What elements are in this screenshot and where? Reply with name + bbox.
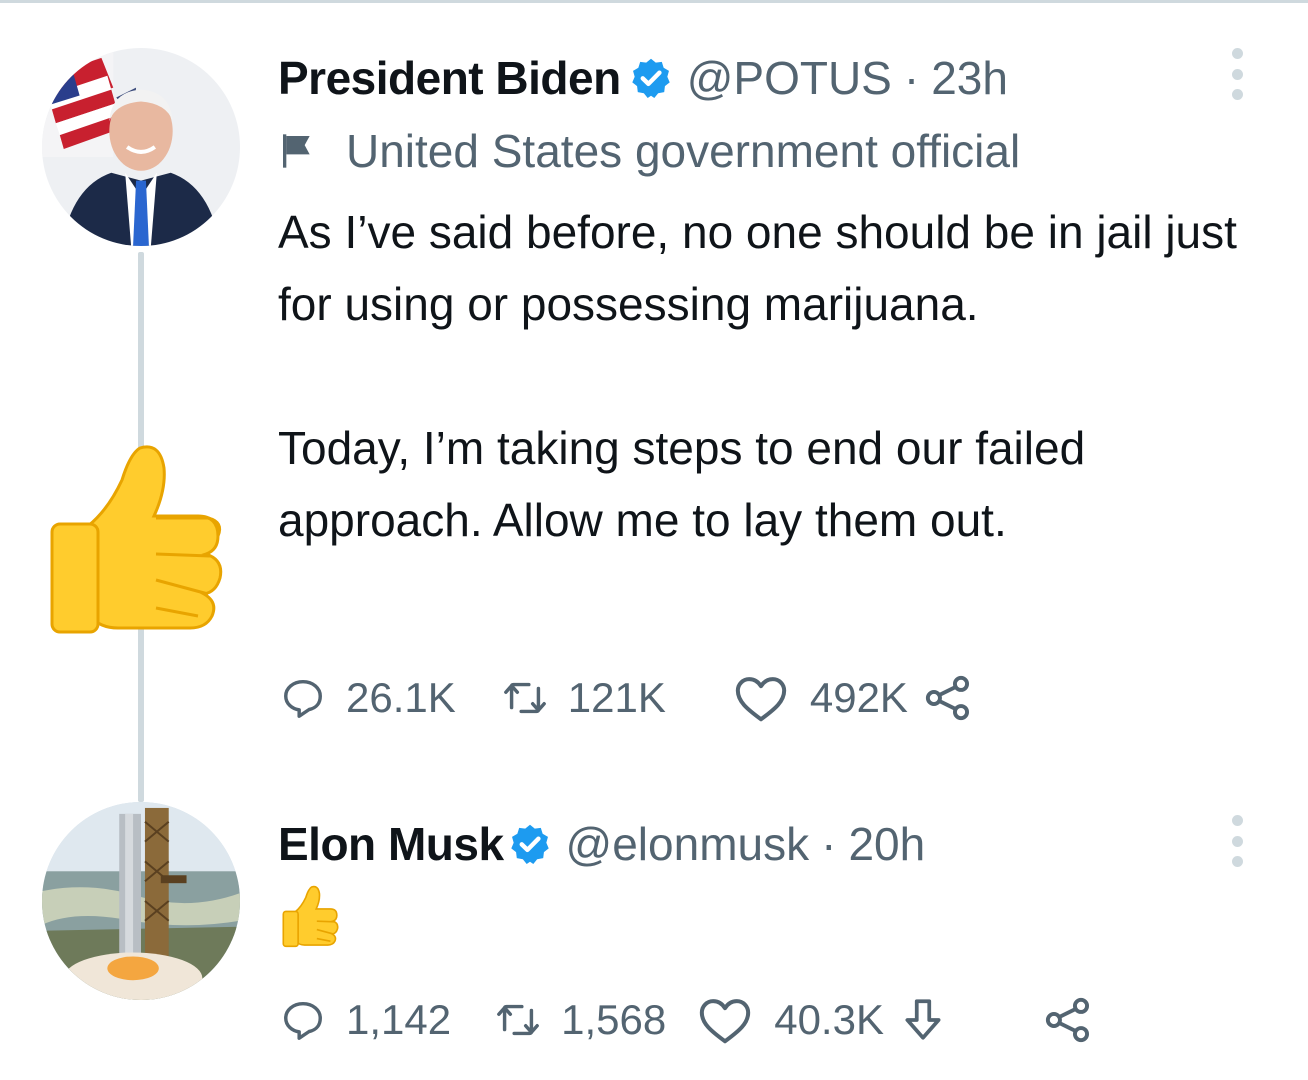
author-handle[interactable]: @POTUS <box>687 51 892 105</box>
government-label: United States government official <box>278 118 1020 184</box>
reply-button[interactable]: 1,142 <box>280 996 451 1044</box>
author-name[interactable]: Elon Musk <box>278 817 504 871</box>
verified-badge-icon <box>629 56 673 100</box>
more-icon[interactable] <box>1230 48 1244 100</box>
government-label-text: United States government official <box>346 125 1021 177</box>
like-button[interactable]: 40.3K <box>696 994 884 1046</box>
share-button[interactable] <box>1042 994 1094 1046</box>
reply-count: 26.1K <box>346 674 456 721</box>
download-icon <box>898 994 948 1046</box>
tweet-actions: 26.1K 121K 492K <box>280 668 974 728</box>
like-icon <box>696 994 754 1046</box>
tweet-actions: 1,142 1,568 40.3K <box>280 990 1094 1050</box>
retweet-icon <box>502 675 548 721</box>
reply-icon <box>280 675 326 721</box>
tweet-header: President Biden @POTUS · 23h <box>278 48 1008 108</box>
separator-dot: · <box>821 818 837 870</box>
reply-icon <box>280 997 326 1043</box>
flag-icon <box>278 131 318 171</box>
timestamp[interactable]: 20h <box>848 817 925 871</box>
more-icon[interactable] <box>1230 815 1244 867</box>
share-icon <box>922 672 974 724</box>
share-button[interactable] <box>922 672 974 724</box>
thumbs-up-icon <box>48 440 234 636</box>
like-icon <box>732 672 790 724</box>
reply-button[interactable]: 26.1K <box>280 674 456 722</box>
like-count: 40.3K <box>774 996 884 1043</box>
top-divider <box>0 0 1308 3</box>
tweet-text-paragraph: As I’ve said before, no one should be in… <box>278 206 1237 330</box>
download-button[interactable] <box>898 994 948 1046</box>
retweet-button[interactable]: 1,568 <box>495 996 666 1044</box>
retweet-icon <box>495 997 541 1043</box>
retweet-count: 1,568 <box>561 996 667 1043</box>
separator-dot: · <box>903 52 920 104</box>
avatar-potus[interactable] <box>42 48 240 246</box>
tweet-text: As I’ve said before, no one should be in… <box>278 196 1278 556</box>
retweet-count: 121K <box>567 674 666 721</box>
author-handle[interactable]: @elonmusk <box>566 817 810 871</box>
like-button[interactable]: 492K <box>732 672 908 724</box>
like-count: 492K <box>809 674 908 721</box>
share-icon <box>1042 994 1094 1046</box>
timestamp[interactable]: 23h <box>931 51 1008 105</box>
author-name[interactable]: President Biden <box>278 51 621 105</box>
avatar-elonmusk[interactable] <box>42 802 240 1000</box>
thumbs-up-icon <box>282 884 342 948</box>
tweet-text-paragraph: Today, I’m taking steps to end our faile… <box>278 422 1086 546</box>
reply-count: 1,142 <box>346 996 452 1043</box>
retweet-button[interactable]: 121K <box>502 674 666 722</box>
tweet-header: Elon Musk @elonmusk · 20h <box>278 814 925 874</box>
verified-badge-icon <box>508 822 552 866</box>
